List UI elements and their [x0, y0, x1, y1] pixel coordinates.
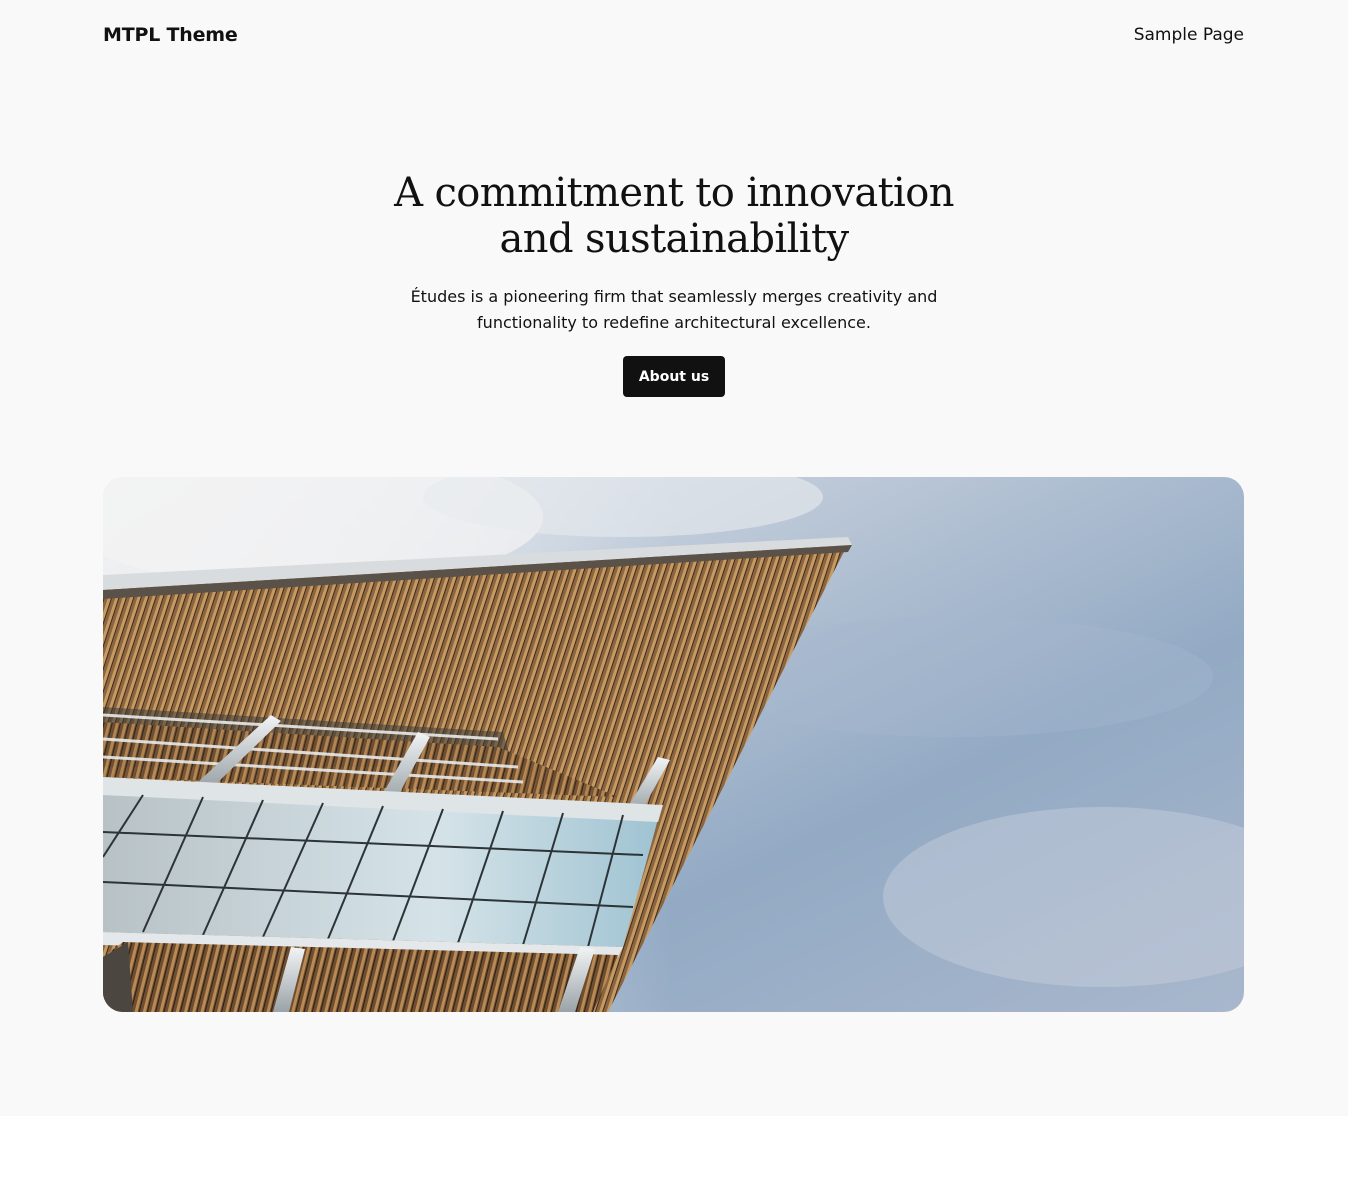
- hero-title: A commitment to innovation and sustainab…: [394, 170, 954, 262]
- hero-section: A commitment to innovation and sustainab…: [0, 170, 1348, 397]
- hero-title-line-2: and sustainability: [499, 216, 850, 262]
- nav-link-sample-page[interactable]: Sample Page: [1134, 25, 1244, 45]
- site-title-link[interactable]: MTPL Theme: [103, 24, 238, 46]
- building-photo-illustration: [103, 477, 1244, 1012]
- page-bottom: [0, 1116, 1348, 1201]
- primary-nav: Sample Page: [1134, 25, 1244, 45]
- building-photo: [103, 477, 1244, 1012]
- site-header: MTPL Theme Sample Page: [103, 20, 1244, 50]
- about-us-button[interactable]: About us: [622, 356, 726, 397]
- hero-title-line-1: A commitment to innovation: [394, 170, 954, 216]
- hero-description: Études is a pioneering firm that seamles…: [410, 287, 938, 332]
- page: MTPL Theme Sample Page A commitment to i…: [0, 0, 1348, 1116]
